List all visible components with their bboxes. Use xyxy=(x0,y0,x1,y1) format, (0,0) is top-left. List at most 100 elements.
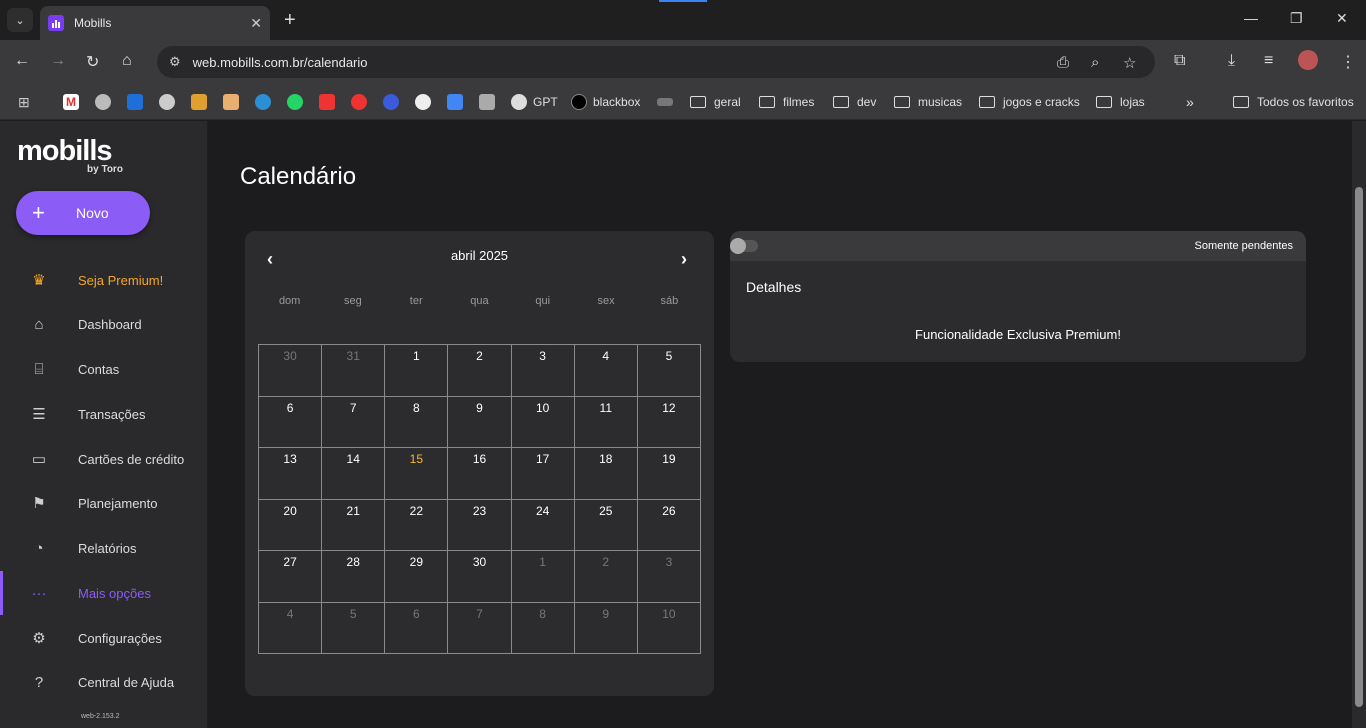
calendar-day-cell[interactable]: 6 xyxy=(385,602,449,654)
zoom-icon[interactable]: ⌕ xyxy=(1091,54,1099,71)
calendar-day-cell[interactable]: 17 xyxy=(511,448,575,500)
downloads-icon[interactable]: ⤓ xyxy=(1228,52,1235,70)
calendar-day-cell[interactable]: 25 xyxy=(574,499,638,551)
calendar-day-cell[interactable]: 24 xyxy=(511,499,575,551)
sidebar-item-mais-opcoes[interactable]: ··· Mais opções xyxy=(0,578,208,608)
calendar-day-cell[interactable]: 8 xyxy=(511,602,575,654)
calendar-day-cell[interactable]: 7 xyxy=(322,396,386,448)
github-icon[interactable] xyxy=(415,94,431,110)
address-bar[interactable]: ⚙ web.mobills.com.br/calendario ⎙ ⌕ ☆ xyxy=(157,46,1155,78)
next-month-icon[interactable]: › xyxy=(681,249,687,270)
calendar-day-cell[interactable]: 30 xyxy=(448,551,512,603)
store-icon[interactable] xyxy=(223,94,239,110)
new-button[interactable]: + Novo xyxy=(16,191,150,235)
bookmark-folder-filmes[interactable]: filmes xyxy=(759,93,814,111)
calendar-day-cell[interactable]: 4 xyxy=(574,345,638,397)
bookmark-site-icon[interactable] xyxy=(255,94,271,110)
bookmark-site-icon[interactable] xyxy=(479,94,495,110)
calendar-day-cell[interactable]: 20 xyxy=(259,499,323,551)
calendar-day-cell[interactable]: 3 xyxy=(637,551,701,603)
calendar-day-cell[interactable]: 18 xyxy=(574,448,638,500)
calendar-day-cell[interactable]: 14 xyxy=(322,448,386,500)
all-bookmarks-folder[interactable]: Todos os favoritos xyxy=(1233,93,1354,111)
profile-avatar[interactable] xyxy=(1298,50,1318,70)
bookmark-folder-geral[interactable]: geral xyxy=(690,93,741,111)
calendar-day-cell[interactable]: 5 xyxy=(322,602,386,654)
sidebar-item-transacoes[interactable]: ☰ Transações xyxy=(0,399,208,429)
extensions-icon[interactable]: ⧉ xyxy=(1174,52,1185,70)
sidebar-item-configuracoes[interactable]: ⚙ Configurações xyxy=(0,623,208,653)
close-window-icon[interactable]: ✕ xyxy=(1336,10,1348,27)
bookmark-site-icon[interactable] xyxy=(127,94,143,110)
whatsapp-icon[interactable] xyxy=(287,94,303,110)
calendar-day-cell[interactable]: 3 xyxy=(511,345,575,397)
bookmark-folder-lojas[interactable]: lojas xyxy=(1096,93,1145,111)
tab-search-button[interactable]: ⌄ xyxy=(7,8,33,32)
back-icon[interactable]: ← xyxy=(14,52,30,70)
calendar-day-cell[interactable]: 16 xyxy=(448,448,512,500)
browser-menu-icon[interactable]: ⋮ xyxy=(1340,52,1356,72)
bookmark-site-icon[interactable] xyxy=(191,94,207,110)
bookmark-folder-musicas[interactable]: musicas xyxy=(894,93,962,111)
scroll-thumb[interactable] xyxy=(1355,187,1363,707)
bookmark-gpt[interactable]: GPT xyxy=(511,93,558,111)
calendar-day-cell[interactable]: 1 xyxy=(511,551,575,603)
calendar-day-cell[interactable]: 29 xyxy=(385,551,449,603)
calendar-day-cell[interactable]: 7 xyxy=(448,602,512,654)
calendar-day-cell[interactable]: 2 xyxy=(448,345,512,397)
sidebar-item-dashboard[interactable]: ⌂ Dashboard xyxy=(0,309,208,339)
calendar-day-cell[interactable]: 8 xyxy=(385,396,449,448)
restore-icon[interactable]: ❐ xyxy=(1290,10,1303,27)
pending-only-toggle[interactable] xyxy=(730,238,758,254)
youtube-icon[interactable] xyxy=(319,94,335,110)
calendar-day-cell[interactable]: 22 xyxy=(385,499,449,551)
site-settings-icon[interactable]: ⚙ xyxy=(169,54,181,70)
calendar-day-cell[interactable]: 9 xyxy=(448,396,512,448)
globe-icon[interactable] xyxy=(95,94,111,110)
bookmark-blackbox[interactable]: blackbox xyxy=(571,93,640,111)
sidebar-item-cartoes[interactable]: ▭ Cartões de crédito xyxy=(0,444,208,474)
tab-close-icon[interactable]: ✕ xyxy=(250,15,262,32)
calendar-day-cell[interactable]: 1 xyxy=(385,345,449,397)
calendar-day-cell[interactable]: 10 xyxy=(637,602,701,654)
globe-icon[interactable] xyxy=(159,94,175,110)
calendar-day-cell[interactable]: 12 xyxy=(637,396,701,448)
bookmark-folder-jogos[interactable]: jogos e cracks xyxy=(979,93,1080,111)
calendar-day-cell[interactable]: 27 xyxy=(259,551,323,603)
calendar-day-cell[interactable]: 21 xyxy=(322,499,386,551)
browser-tab[interactable]: Mobills ✕ xyxy=(40,6,270,40)
more-bookmarks-icon[interactable]: » xyxy=(1186,93,1194,111)
install-app-icon[interactable]: ⎙ xyxy=(1057,54,1069,71)
calendar-day-cell[interactable]: 28 xyxy=(322,551,386,603)
gmail-icon[interactable]: M xyxy=(63,94,79,110)
calendar-day-cell[interactable]: 13 xyxy=(259,448,323,500)
forward-icon[interactable]: → xyxy=(50,52,66,70)
calendar-day-cell[interactable]: 15 xyxy=(385,448,449,500)
calendar-day-cell[interactable]: 2 xyxy=(574,551,638,603)
new-tab-button[interactable]: + xyxy=(284,9,296,32)
google-translate-icon[interactable] xyxy=(447,94,463,110)
calendar-day-cell[interactable]: 23 xyxy=(448,499,512,551)
sidebar-item-premium[interactable]: ♛ Seja Premium! xyxy=(0,265,208,295)
calendar-day-cell[interactable]: 31 xyxy=(322,345,386,397)
bookmark-folder-dev[interactable]: dev xyxy=(833,93,876,111)
sidebar-item-planejamento[interactable]: ⚑ Planejamento xyxy=(0,488,208,518)
calendar-day-cell[interactable]: 11 xyxy=(574,396,638,448)
calendar-day-cell[interactable]: 6 xyxy=(259,396,323,448)
reload-icon[interactable]: ↻ xyxy=(86,52,99,72)
bookmark-star-icon[interactable]: ☆ xyxy=(1123,54,1136,72)
calendar-day-cell[interactable]: 10 xyxy=(511,396,575,448)
bookmark-site-icon[interactable] xyxy=(383,94,399,110)
minimize-icon[interactable]: — xyxy=(1244,10,1258,26)
youtube-music-icon[interactable] xyxy=(351,94,367,110)
media-icon[interactable]: ≡ xyxy=(1264,52,1273,70)
calendar-day-cell[interactable]: 4 xyxy=(259,602,323,654)
page-scrollbar[interactable] xyxy=(1352,121,1366,728)
apps-icon[interactable]: ⊞ xyxy=(18,93,30,111)
calendar-day-cell[interactable]: 9 xyxy=(574,602,638,654)
home-icon[interactable]: ⌂ xyxy=(122,52,132,70)
bookmark-site-icon[interactable] xyxy=(657,98,673,106)
calendar-day-cell[interactable]: 5 xyxy=(637,345,701,397)
calendar-day-cell[interactable]: 26 xyxy=(637,499,701,551)
calendar-day-cell[interactable]: 19 xyxy=(637,448,701,500)
